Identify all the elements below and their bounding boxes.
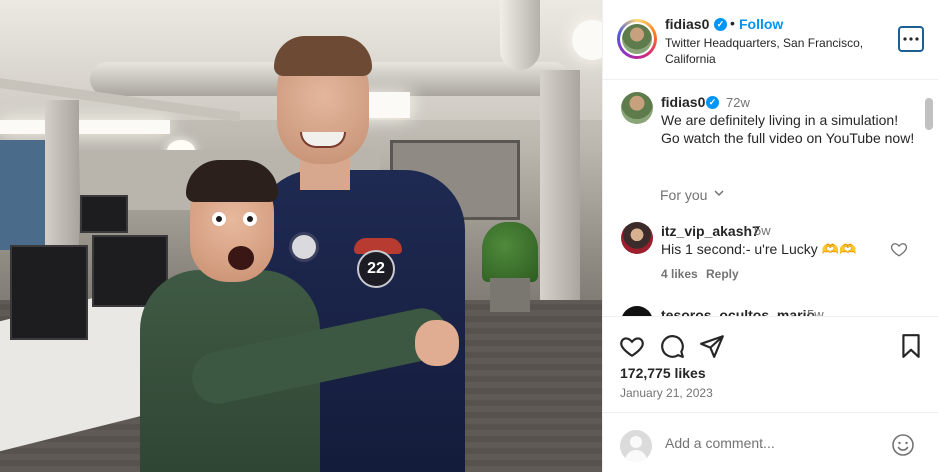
caption-username[interactable]: fidias0	[661, 94, 705, 110]
photo-person-hair	[186, 160, 278, 202]
header-username[interactable]: fidias0	[665, 16, 709, 32]
comments-scrollbar[interactable]	[925, 98, 933, 130]
comment-bubble-icon[interactable]	[659, 333, 685, 359]
comment-reply-button[interactable]: Reply	[706, 267, 739, 281]
photo-person-mouth	[228, 246, 254, 270]
photo-monitor	[10, 245, 88, 340]
comment-likes[interactable]: 4 likes	[661, 267, 698, 281]
comment-time: 5w	[754, 223, 771, 238]
comment-text: His 1 second:- u're Lucky 🫶🫶	[661, 241, 857, 257]
comment-like-heart-icon[interactable]	[890, 240, 908, 258]
current-user-avatar	[620, 430, 652, 462]
photo-plant	[482, 222, 538, 282]
photo-pillar	[540, 70, 580, 330]
caption-avatar[interactable]	[621, 92, 653, 124]
photo-monitor	[80, 195, 128, 233]
like-heart-icon[interactable]	[619, 333, 645, 359]
comment-username[interactable]: tesoros_ocultos_mario	[661, 307, 815, 316]
follow-button[interactable]: Follow	[739, 16, 783, 32]
post-image[interactable]: 22	[0, 0, 602, 472]
chevron-down-icon[interactable]	[713, 187, 725, 202]
header-avatar[interactable]	[617, 19, 657, 59]
share-paper-plane-icon[interactable]	[699, 333, 725, 359]
photo-person-eye	[243, 212, 257, 226]
chevron-down-glyph	[714, 190, 724, 197]
more-options-icon[interactable]	[898, 26, 924, 52]
ellipsis-icon	[903, 37, 919, 41]
photo-duct-vertical	[500, 0, 540, 70]
verified-badge-icon: ✓	[714, 18, 727, 31]
comments-section[interactable]: fidias0 ✓ 72w We are definitely living i…	[603, 80, 938, 316]
add-comment-input[interactable]	[665, 435, 865, 451]
emoji-smiley-icon[interactable]	[891, 433, 915, 457]
header-location[interactable]: Twitter Headquarters, San Francisco, Cal…	[665, 35, 875, 67]
photo-jacket-badge	[289, 232, 319, 262]
add-comment-bar	[603, 412, 938, 472]
caption-time[interactable]: 72w	[726, 95, 750, 110]
avatar-image	[622, 24, 652, 54]
verified-badge-icon: ✓	[706, 96, 719, 109]
photo-person-eye	[212, 212, 226, 226]
caption-text: We are definitely living in a simulation…	[661, 112, 915, 146]
photo-ceiling-light	[0, 120, 170, 134]
header-separator: •	[730, 15, 735, 31]
comment-avatar[interactable]	[621, 222, 653, 254]
comment-time: 5w	[807, 307, 824, 316]
post-date[interactable]: January 21, 2023	[620, 386, 713, 400]
comment-avatar[interactable]	[621, 306, 653, 316]
for-you-filter[interactable]: For you	[660, 187, 707, 203]
avatar-border	[620, 22, 654, 56]
post-header: fidias0 ✓ • Follow Twitter Headquarters,…	[603, 0, 938, 80]
photo-pillar	[45, 100, 79, 260]
post-side-panel: fidias0 ✓ • Follow Twitter Headquarters,…	[602, 0, 938, 472]
photo-jacket-patch-number: 22	[357, 250, 395, 288]
likes-count[interactable]: 172,775 likes	[620, 365, 706, 381]
photo-person-hand	[415, 320, 459, 366]
comment-username[interactable]: itz_vip_akash7	[661, 223, 760, 239]
photo-person-hair	[274, 36, 372, 76]
save-bookmark-icon[interactable]	[898, 333, 924, 359]
photo-plant-pot	[490, 278, 530, 312]
